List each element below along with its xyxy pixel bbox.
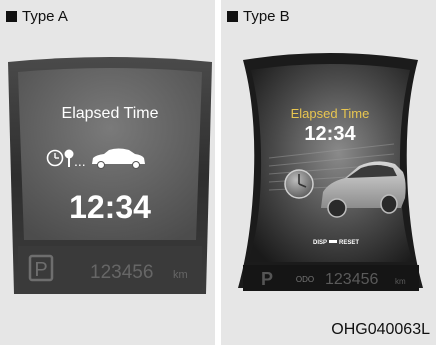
progress-dots: ... bbox=[74, 153, 86, 169]
type-b-panel: Type B Elapsed Time 12:34 DISP RESET P O… bbox=[221, 0, 436, 345]
elapsed-time-value: 12:34 bbox=[304, 123, 356, 145]
svg-text:RESET: RESET bbox=[339, 240, 359, 246]
odometer-value: 123456 bbox=[325, 271, 378, 288]
type-b-display: Elapsed Time 12:34 DISP RESET P ODO 1234… bbox=[238, 53, 423, 291]
gear-indicator: P bbox=[261, 269, 273, 289]
type-a-heading: Type A bbox=[6, 8, 68, 25]
elapsed-time-value: 12:34 bbox=[69, 189, 151, 225]
elapsed-time-title: Elapsed Time bbox=[291, 106, 370, 121]
odometer-unit: km bbox=[395, 277, 406, 286]
type-b-heading: Type B bbox=[227, 8, 290, 25]
bullet-square-icon bbox=[6, 11, 17, 22]
odometer-value: 123456 bbox=[90, 262, 153, 283]
odometer-unit: km bbox=[173, 269, 188, 281]
svg-text:DISP: DISP bbox=[313, 240, 327, 246]
type-b-label: Type B bbox=[243, 8, 290, 25]
figure-code: OHG040063L bbox=[331, 321, 430, 338]
elapsed-time-title: Elapsed Time bbox=[62, 105, 159, 122]
type-a-label: Type A bbox=[22, 8, 68, 25]
svg-text:P: P bbox=[34, 259, 47, 281]
type-a-panel: Type A Elapsed Time ... 12:34 P 123456 k… bbox=[0, 0, 215, 345]
clock-icon bbox=[284, 169, 314, 199]
type-a-display: Elapsed Time ... 12:34 P 123456 km bbox=[8, 57, 212, 294]
bullet-square-icon bbox=[227, 11, 238, 22]
odo-label: ODO bbox=[296, 275, 314, 284]
